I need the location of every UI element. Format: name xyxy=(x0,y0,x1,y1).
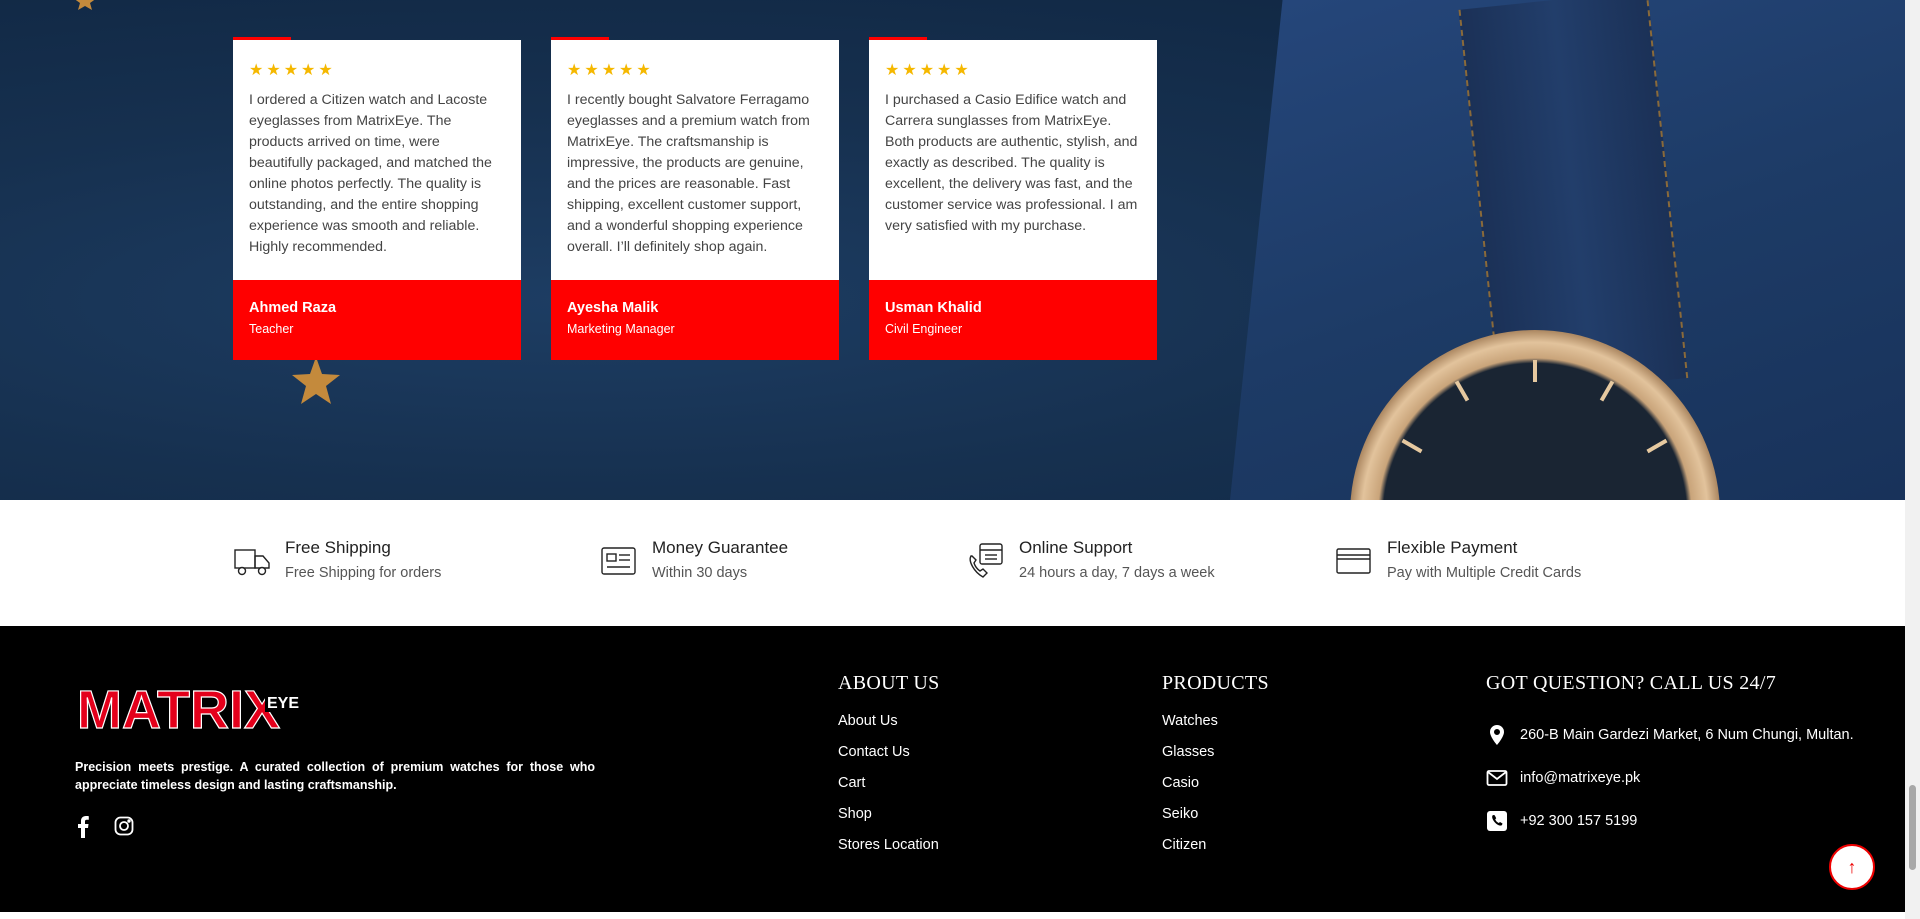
svg-text:MATRIX: MATRIX xyxy=(77,680,280,734)
support-phone-icon xyxy=(969,543,1003,578)
star-rating: ★★★★★ xyxy=(885,62,972,79)
footer-description: Precision meets prestige. A curated coll… xyxy=(75,760,595,792)
feature-title: Free Shipping xyxy=(285,538,391,557)
money-card-icon xyxy=(601,547,636,575)
author-role: Teacher xyxy=(249,322,294,336)
about-us-heading: ABOUT US xyxy=(838,672,940,694)
credit-card-icon xyxy=(1336,548,1371,574)
link-shop[interactable]: Shop xyxy=(838,806,940,837)
email-text[interactable]: info@matrixeye.pk xyxy=(1520,770,1640,786)
products-column: PRODUCTS Watches Glasses Casio Seiko Cit… xyxy=(1162,672,1269,868)
card-accent-bar xyxy=(869,37,927,40)
facebook-icon[interactable] xyxy=(76,816,90,844)
site-footer: MATRIX EYE Precision meets prestige. A c… xyxy=(0,626,1905,912)
feature-subtitle: Pay with Multiple Credit Cards xyxy=(1387,565,1582,581)
link-citizen[interactable]: Citizen xyxy=(1162,837,1269,868)
contact-column: GOT QUESTION? CALL US 24/7 260-B Main Ga… xyxy=(1486,672,1854,842)
testimonial-author: Ahmed Raza Teacher xyxy=(233,280,521,360)
link-casio[interactable]: Casio xyxy=(1162,775,1269,806)
mail-icon xyxy=(1486,769,1508,786)
author-name: Usman Khalid xyxy=(885,300,982,316)
bottom-edge xyxy=(0,912,1905,919)
link-cart[interactable]: Cart xyxy=(838,775,940,806)
truck-icon xyxy=(234,549,270,576)
gold-star-decoration xyxy=(292,357,340,404)
feature-subtitle: 24 hours a day, 7 days a week xyxy=(1019,565,1215,581)
testimonial-cards: ★★★★★ I ordered a Citizen watch and Laco… xyxy=(233,37,1157,360)
arrow-up-icon: ↑ xyxy=(1847,856,1857,877)
feature-flexible-payment: Flexible Payment Pay with Multiple Credi… xyxy=(1335,538,1581,581)
feature-money-guarantee: Money Guarantee Within 30 days xyxy=(600,538,788,581)
scrollbar-thumb[interactable] xyxy=(1909,785,1916,870)
features-strip: Free Shipping Free Shipping for orders M… xyxy=(0,500,1905,626)
testimonial-card: ★★★★★ I ordered a Citizen watch and Laco… xyxy=(233,37,521,360)
products-heading: PRODUCTS xyxy=(1162,672,1269,694)
link-about-us[interactable]: About Us xyxy=(838,713,940,744)
author-role: Marketing Manager xyxy=(567,322,675,336)
scroll-to-top-button[interactable]: ↑ xyxy=(1829,844,1875,890)
instagram-icon[interactable] xyxy=(114,816,134,842)
card-accent-bar xyxy=(551,37,609,40)
gold-star-decoration-top xyxy=(75,0,95,10)
testimonial-text: I ordered a Citizen watch and Lacoste ey… xyxy=(249,92,492,255)
feature-title: Flexible Payment xyxy=(1387,538,1518,557)
svg-text:EYE: EYE xyxy=(267,695,299,712)
author-role: Civil Engineer xyxy=(885,322,963,336)
link-contact-us[interactable]: Contact Us xyxy=(838,744,940,775)
feature-title: Money Guarantee xyxy=(652,538,789,557)
testimonial-section: ★★★★★ I ordered a Citizen watch and Laco… xyxy=(0,0,1905,500)
matrixeye-logo[interactable]: MATRIX EYE xyxy=(75,678,300,734)
testimonial-text: I purchased a Casio Edifice watch and Ca… xyxy=(885,92,1138,234)
page-scrollbar[interactable] xyxy=(1905,0,1920,919)
link-stores-location[interactable]: Stores Location xyxy=(838,837,940,868)
testimonial-card: ★★★★★ I recently bought Salvatore Ferrag… xyxy=(551,37,839,360)
contact-heading: GOT QUESTION? CALL US 24/7 xyxy=(1486,672,1777,694)
testimonial-card: ★★★★★ I purchased a Casio Edifice watch … xyxy=(869,37,1157,360)
phone-icon xyxy=(1487,810,1507,831)
testimonial-author: Usman Khalid Civil Engineer xyxy=(869,280,1157,360)
author-name: Ahmed Raza xyxy=(249,300,337,316)
phone-text[interactable]: +92 300 157 5199 xyxy=(1520,813,1637,829)
feature-online-support: Online Support 24 hours a day, 7 days a … xyxy=(967,538,1215,581)
feature-title: Online Support xyxy=(1019,538,1133,557)
feature-free-shipping: Free Shipping Free Shipping for orders xyxy=(233,538,441,581)
address-text: 260-B Main Gardezi Market, 6 Num Chungi,… xyxy=(1520,726,1854,743)
star-rating: ★★★★★ xyxy=(249,62,336,79)
card-accent-bar xyxy=(233,37,291,40)
star-rating: ★★★★★ xyxy=(567,62,654,79)
link-watches[interactable]: Watches xyxy=(1162,713,1269,744)
link-glasses[interactable]: Glasses xyxy=(1162,744,1269,775)
feature-subtitle: Within 30 days xyxy=(652,565,748,581)
contact-email[interactable]: info@matrixeye.pk xyxy=(1486,756,1854,799)
feature-subtitle: Free Shipping for orders xyxy=(285,565,442,581)
location-pin-icon xyxy=(1490,724,1504,745)
testimonial-text: I recently bought Salvatore Ferragamo ey… xyxy=(567,92,810,255)
author-name: Ayesha Malik xyxy=(567,300,659,316)
link-seiko[interactable]: Seiko xyxy=(1162,806,1269,837)
contact-address: 260-B Main Gardezi Market, 6 Num Chungi,… xyxy=(1486,713,1854,756)
testimonial-author: Ayesha Malik Marketing Manager xyxy=(551,280,839,360)
about-us-column: ABOUT US About Us Contact Us Cart Shop S… xyxy=(838,672,940,868)
contact-phone[interactable]: +92 300 157 5199 xyxy=(1486,799,1854,842)
